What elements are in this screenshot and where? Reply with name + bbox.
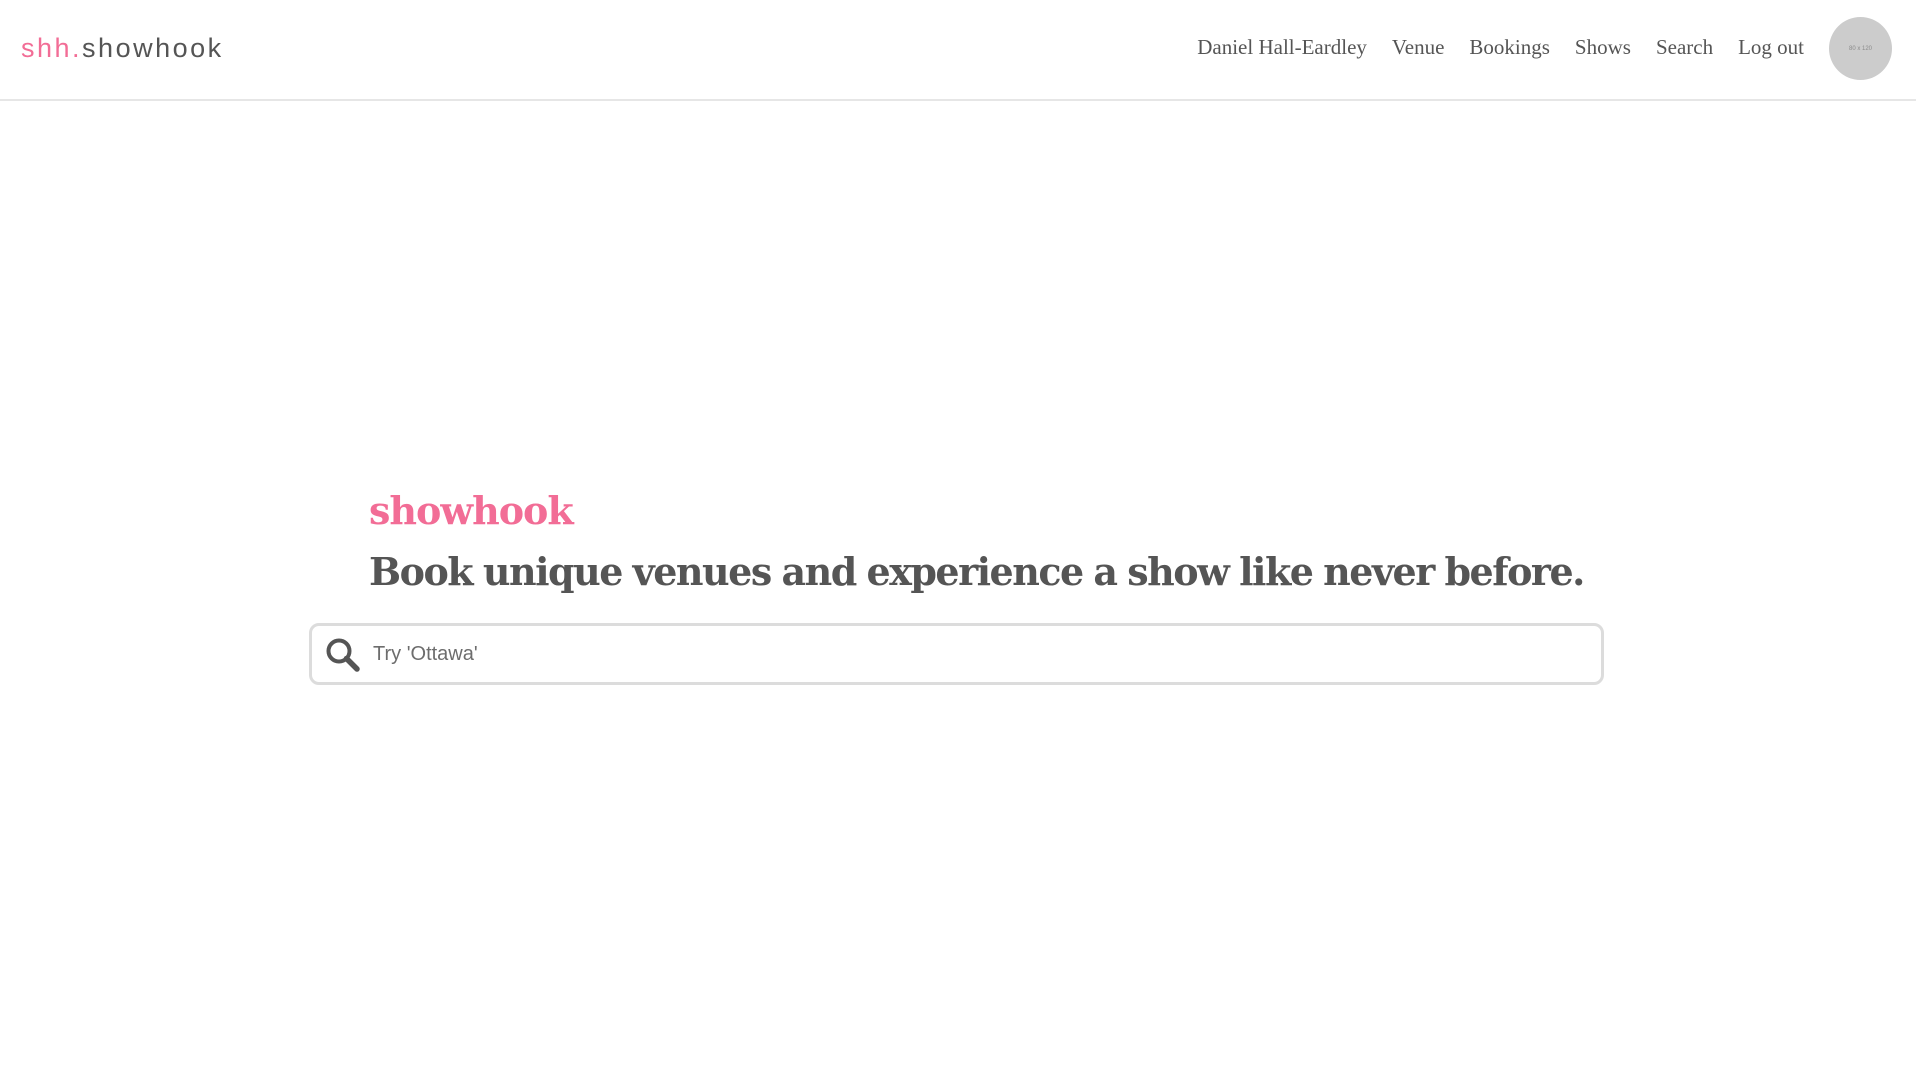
avatar[interactable]: 80 x 120 [1829,17,1892,80]
logo-name: showhook [82,33,224,63]
hero-brand: showhook [369,488,574,533]
nav-user-profile[interactable]: Daniel Hall-Eardley [1197,32,1367,62]
search-bar[interactable] [309,623,1604,685]
nav-venue[interactable]: Venue [1392,32,1444,62]
nav-logout[interactable]: Log out [1738,32,1804,62]
logo-prefix: shh. [21,33,83,63]
search-icon-graphic [326,638,360,672]
avatar-placeholder-text: 80 x 120 [1848,45,1873,52]
nav-shows[interactable]: Shows [1575,32,1631,62]
nav-search[interactable]: Search [1656,32,1713,62]
top-navbar: shh.showhook Daniel Hall-Eardley Venue B… [0,0,1916,101]
site-logo[interactable]: shh.showhook [21,30,224,66]
search-input[interactable] [373,630,1583,678]
main-nav: Daniel Hall-Eardley Venue Bookings Shows… [1197,32,1804,62]
nav-bookings[interactable]: Bookings [1469,32,1550,62]
search-icon[interactable] [325,637,361,673]
hero-tagline: Book unique venues and experience a show… [369,549,1585,594]
